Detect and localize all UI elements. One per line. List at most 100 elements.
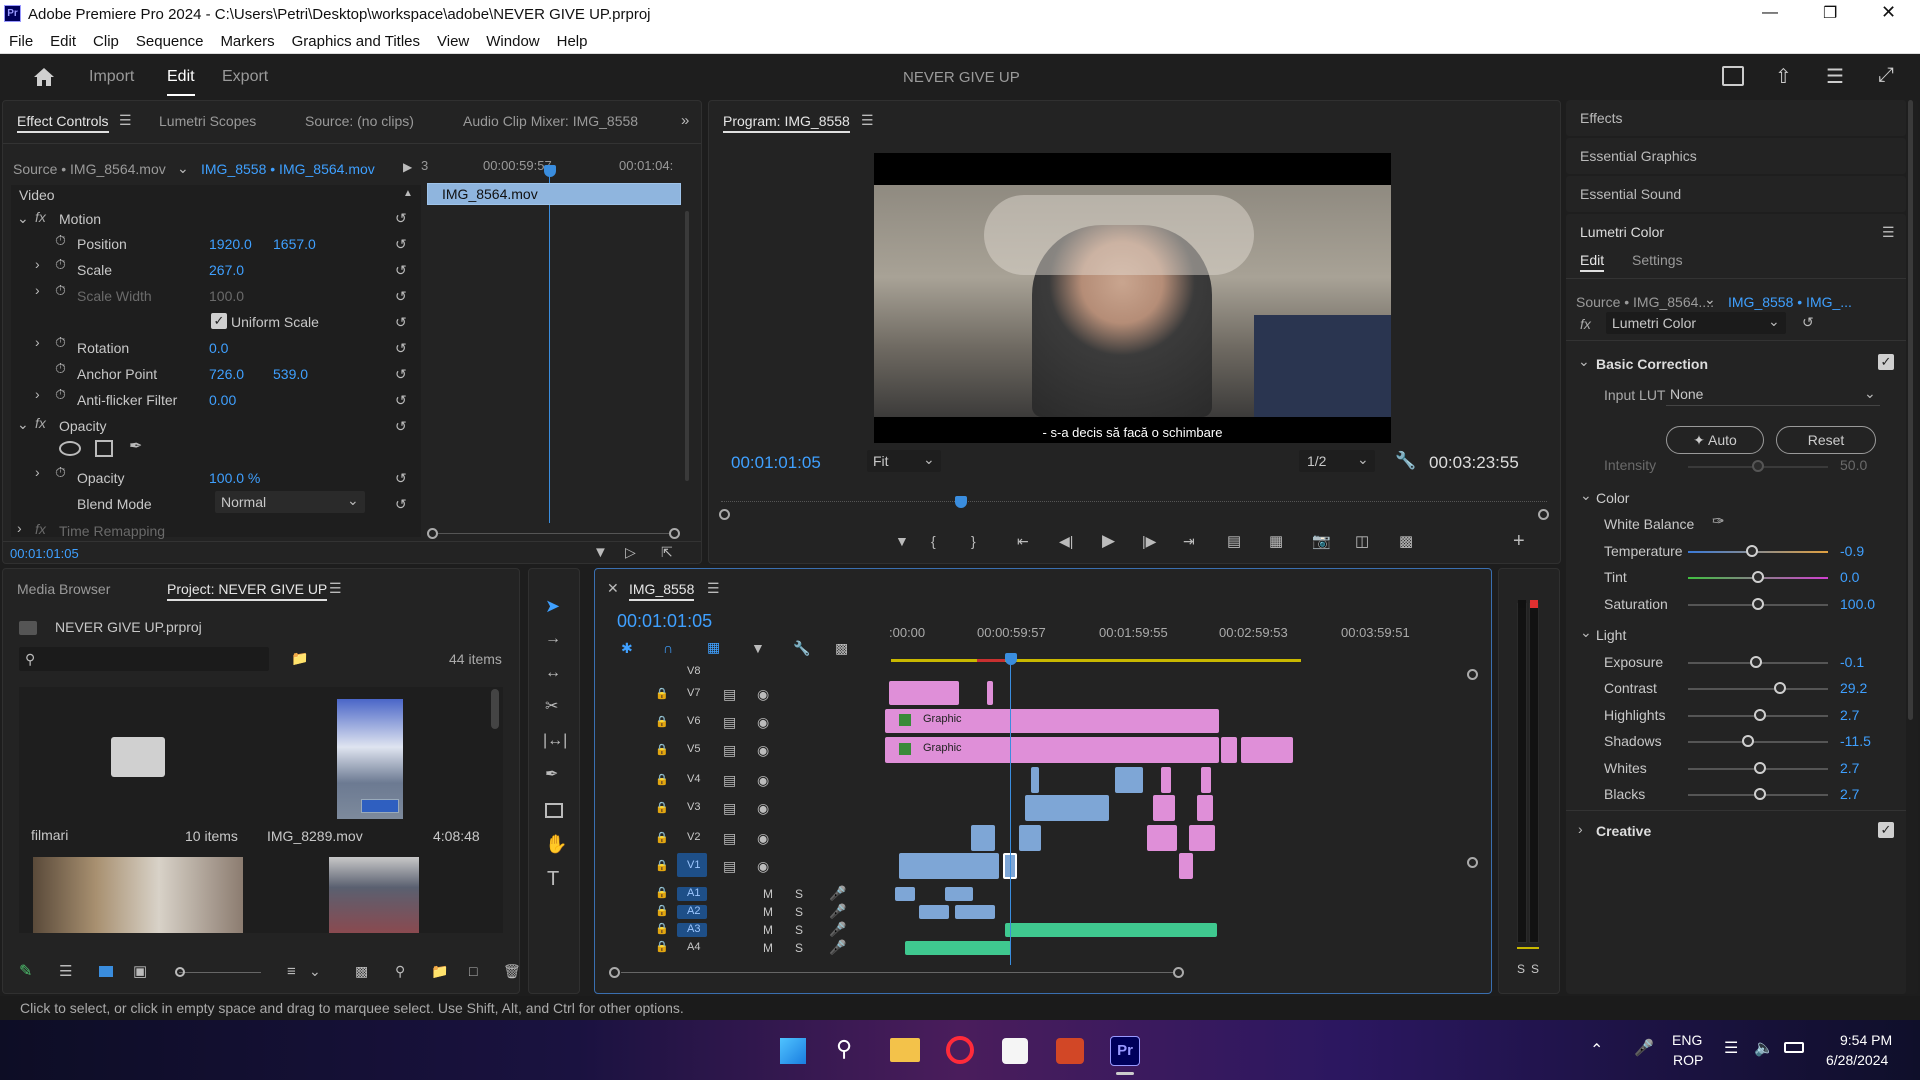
ellipse-mask-icon[interactable] <box>59 441 81 456</box>
clip-v1c[interactable] <box>1179 853 1193 879</box>
ec-zoom-bar[interactable] <box>438 533 669 534</box>
chevron-down-icon[interactable]: ⌄ <box>1578 354 1590 368</box>
audio-clip-a3[interactable] <box>1005 923 1217 937</box>
basic-correction-header[interactable]: Basic Correction <box>1596 356 1708 372</box>
clip-v4a[interactable] <box>1031 767 1039 793</box>
saturation-value[interactable]: 100.0 <box>1840 596 1875 612</box>
menu-view[interactable]: View <box>428 28 477 50</box>
creative-checkbox[interactable]: ✓ <box>1878 822 1894 838</box>
mark-out-icon[interactable]: } <box>971 534 976 548</box>
eye-icon[interactable]: ◉ <box>757 743 769 757</box>
reset-icon[interactable]: ↺ <box>395 237 407 251</box>
tint-knob[interactable] <box>1752 571 1764 583</box>
tint-value[interactable]: 0.0 <box>1840 569 1859 585</box>
reset-icon[interactable]: ↺ <box>395 341 407 355</box>
menu-file[interactable]: File <box>0 28 41 50</box>
step-back-icon[interactable]: ◀| <box>1059 534 1073 548</box>
sync-lock-icon[interactable]: ▤ <box>723 743 736 757</box>
reset-icon[interactable]: ↺ <box>395 367 407 381</box>
pencil-icon[interactable]: ✎ <box>19 964 32 980</box>
stopwatch-icon[interactable]: ⏱ <box>55 233 66 247</box>
solo-a3[interactable]: S <box>795 923 803 937</box>
clip-name[interactable]: IMG_8289.mov <box>267 828 363 844</box>
extract-icon[interactable]: ▦ <box>1269 534 1283 549</box>
selection-tool-icon[interactable]: ➤ <box>545 597 560 615</box>
tab-edit[interactable]: Edit <box>167 68 195 96</box>
sync-lock-icon[interactable]: ▤ <box>723 715 736 729</box>
clip-v2d[interactable] <box>1189 825 1215 851</box>
powerpoint-icon[interactable] <box>1056 1038 1084 1064</box>
highlights-knob[interactable] <box>1754 709 1766 721</box>
workspaces-menu-icon[interactable]: ☰ <box>1826 64 1844 89</box>
solo-a4[interactable]: S <box>795 941 803 955</box>
panel-menu-icon[interactable]: ☰ <box>1882 225 1895 239</box>
blacks-knob[interactable] <box>1754 788 1766 800</box>
mark-in-icon[interactable]: { <box>931 534 936 548</box>
color-section-label[interactable]: Color <box>1596 490 1629 506</box>
menu-help[interactable]: Help <box>548 28 596 50</box>
position-y-value[interactable]: 1657.0 <box>273 236 316 252</box>
chevron-right-icon[interactable]: › <box>17 521 22 535</box>
contrast-value[interactable]: 29.2 <box>1840 680 1867 696</box>
reset-icon[interactable]: ↺ <box>395 471 407 485</box>
tab-effect-controls[interactable]: Effect Controls <box>17 113 109 133</box>
essential-sound-header[interactable]: Essential Sound <box>1566 176 1906 212</box>
tab-lumetri-edit[interactable]: Edit <box>1580 252 1605 272</box>
project-scrollbar[interactable] <box>491 689 499 729</box>
timeline-timecode[interactable]: 00:01:01:05 <box>617 611 712 632</box>
sync-lock-icon[interactable]: ▤ <box>723 801 736 815</box>
clip-thumbnail-3[interactable] <box>329 857 419 933</box>
clip-v4b[interactable] <box>1115 767 1143 793</box>
opacity-value[interactable]: 100.0 % <box>209 470 260 486</box>
chevron-right-icon[interactable]: › <box>35 257 40 271</box>
rectangle-tool-icon[interactable] <box>545 803 563 818</box>
folder-icon[interactable] <box>111 737 165 777</box>
panel-menu-icon[interactable]: ☰ <box>119 113 132 127</box>
solo-left[interactable]: S <box>1517 962 1525 976</box>
snap-icon[interactable]: ∩ <box>663 641 673 655</box>
chevron-down-icon[interactable]: ⌄ <box>1580 625 1592 639</box>
go-to-out-icon[interactable]: ⇥ <box>1183 534 1195 548</box>
timeline-hscroll-left[interactable] <box>609 967 620 978</box>
microphone-icon[interactable]: 🎤 <box>1634 1038 1654 1058</box>
timeline-vscroll-top[interactable] <box>1467 669 1478 680</box>
hand-tool-icon[interactable]: ✋ <box>545 835 567 853</box>
whites-knob[interactable] <box>1754 762 1766 774</box>
nest-toggle-icon[interactable]: ✱ <box>621 641 633 655</box>
panel-menu-icon[interactable]: ☰ <box>861 113 874 127</box>
stopwatch-icon[interactable]: ⏱ <box>55 361 66 375</box>
clip-v7b[interactable] <box>987 681 993 705</box>
eyedropper-icon[interactable]: ✑ <box>1712 514 1725 529</box>
creative-header[interactable]: Creative <box>1596 823 1651 839</box>
lumetri-target-label[interactable]: IMG_8558 • IMG_... <box>1728 294 1852 310</box>
stopwatch-icon[interactable]: ⏱ <box>55 335 66 349</box>
menu-window[interactable]: Window <box>477 28 547 50</box>
multi-camera-icon[interactable]: ▩ <box>1399 534 1413 549</box>
mic-icon[interactable]: 🎤 <box>829 940 846 954</box>
ec-playhead-marker[interactable] <box>544 165 556 177</box>
chevron-up-icon[interactable]: ⌃ <box>1590 1040 1603 1060</box>
lock-icon[interactable]: 🔒 <box>655 906 669 917</box>
tab-project[interactable]: Project: NEVER GIVE UP <box>167 581 328 601</box>
chevron-right-icon[interactable]: › <box>1578 822 1583 836</box>
sync-lock-icon[interactable]: ▤ <box>723 773 736 787</box>
tab-media-browser[interactable]: Media Browser <box>17 581 110 597</box>
share-icon[interactable]: ⇧ <box>1775 64 1792 89</box>
audio-clip-a2a[interactable] <box>919 905 949 919</box>
mic-icon[interactable]: 🎤 <box>829 904 846 918</box>
lock-icon[interactable]: 🔒 <box>655 689 669 700</box>
whites-value[interactable]: 2.7 <box>1840 760 1859 776</box>
menu-markers[interactable]: Markers <box>211 28 282 50</box>
shadows-value[interactable]: -11.5 <box>1840 733 1871 749</box>
temperature-knob[interactable] <box>1746 545 1758 557</box>
graphic-clip-v5[interactable]: Graphic <box>885 737 1219 763</box>
stopwatch-icon[interactable]: ⏱ <box>55 387 66 401</box>
timeline-playhead-marker[interactable] <box>1005 653 1017 665</box>
clip-v3b[interactable] <box>1153 795 1175 821</box>
reset-icon[interactable]: ↺ <box>395 263 407 277</box>
saturation-knob[interactable] <box>1752 598 1764 610</box>
sync-lock-icon[interactable]: ▤ <box>723 859 736 873</box>
mute-a2[interactable]: M <box>763 905 773 919</box>
tab-lumetri-settings[interactable]: Settings <box>1632 252 1683 268</box>
reset-button[interactable]: Reset <box>1776 426 1876 454</box>
